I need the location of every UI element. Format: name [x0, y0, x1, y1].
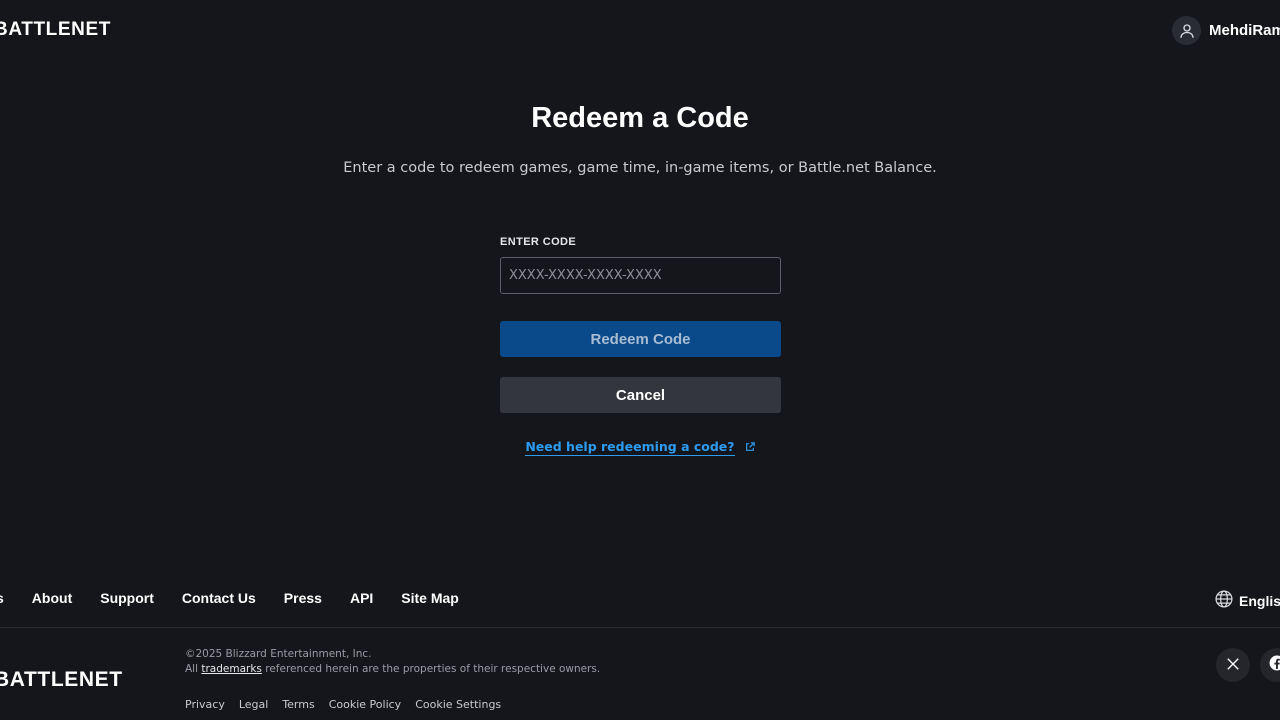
- facebook-icon: [1268, 654, 1280, 676]
- footer-nav-press[interactable]: Press: [284, 590, 322, 606]
- cookie-policy-link[interactable]: Cookie Policy: [329, 698, 401, 711]
- footer-nav-site-map[interactable]: Site Map: [401, 590, 459, 606]
- facebook-button[interactable]: [1260, 648, 1280, 682]
- user-avatar-icon: [1172, 16, 1201, 45]
- help-redeeming-link[interactable]: Need help redeeming a code?: [525, 439, 735, 456]
- redeem-code-button[interactable]: Redeem Code: [500, 321, 781, 357]
- cancel-button[interactable]: Cancel: [500, 377, 781, 413]
- footer-nav-about[interactable]: About: [32, 590, 72, 606]
- help-redeeming-link-label: Need help redeeming a code?: [525, 439, 735, 454]
- terms-link[interactable]: Terms: [282, 698, 314, 711]
- help-link-container: Need help redeeming a code?: [0, 436, 1280, 456]
- privacy-link[interactable]: Privacy: [185, 698, 225, 711]
- external-link-icon: [745, 437, 755, 456]
- trademark-prefix: All: [185, 663, 199, 675]
- legal-link[interactable]: Legal: [239, 698, 268, 711]
- x-icon: [1226, 656, 1240, 675]
- trademark-suffix: referenced herein are the properties of …: [265, 663, 601, 675]
- footer-nav: s About Support Contact Us Press API Sit…: [0, 590, 459, 606]
- globe-icon: [1214, 589, 1234, 613]
- cookie-settings-link[interactable]: Cookie Settings: [415, 698, 501, 711]
- language-selector[interactable]: English: [1214, 589, 1280, 613]
- footer-nav-contact-us[interactable]: Contact Us: [182, 590, 256, 606]
- trademark-text: All trademarks referenced herein are the…: [185, 663, 600, 675]
- trademarks-link[interactable]: trademarks: [201, 663, 262, 675]
- account-name: MehdiRam: [1209, 22, 1280, 39]
- footer-nav-api[interactable]: API: [350, 590, 373, 606]
- page-subtitle: Enter a code to redeem games, game time,…: [343, 160, 937, 176]
- account-menu[interactable]: MehdiRam: [1172, 16, 1280, 45]
- code-input[interactable]: [500, 257, 781, 294]
- battlenet-footer-logo[interactable]: BATTLENET: [0, 668, 123, 692]
- enter-code-label: ENTER CODE: [500, 236, 577, 248]
- page-title: Redeem a Code: [531, 102, 749, 134]
- x-twitter-button[interactable]: [1216, 648, 1250, 682]
- copyright-text: ©2025 Blizzard Entertainment, Inc.: [185, 648, 372, 660]
- language-label: English: [1239, 593, 1280, 609]
- battlenet-logo[interactable]: BATTLENET: [0, 19, 111, 41]
- footer-nav-partial[interactable]: s: [0, 590, 4, 606]
- footer-divider: [0, 627, 1280, 628]
- footer-nav-support[interactable]: Support: [100, 590, 154, 606]
- legal-links: Privacy Legal Terms Cookie Policy Cookie…: [185, 698, 501, 711]
